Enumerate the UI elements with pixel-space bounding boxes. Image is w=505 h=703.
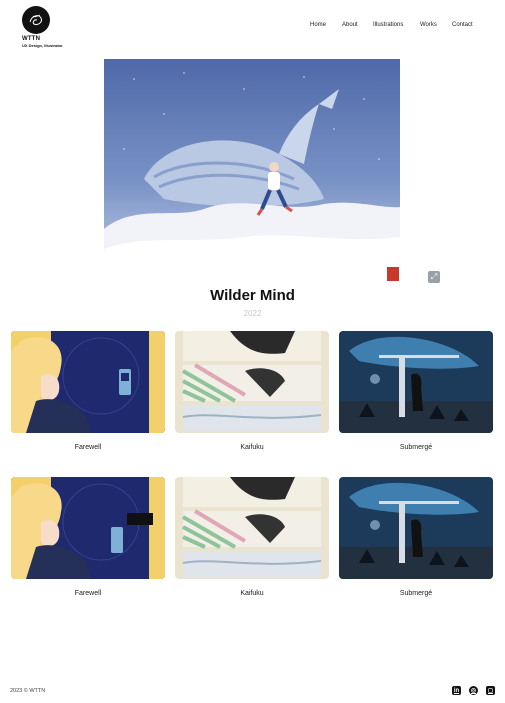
gallery-caption: Submergé (399, 444, 433, 451)
gallery-caption: Farewell (74, 444, 102, 451)
expand-icon[interactable]: ⤢ (428, 271, 440, 283)
gallery-card-farewell[interactable] (11, 477, 165, 579)
brand-name: WTTN (22, 36, 41, 42)
gallery-card-submerge[interactable] (339, 331, 493, 433)
gallery-card-kaifuku[interactable] (175, 331, 329, 433)
logo-icon (22, 6, 50, 34)
dribbble-icon[interactable]: ◎ (469, 686, 478, 695)
gallery-caption: Kaifuku (240, 444, 264, 451)
gallery-caption: Submergé (399, 590, 433, 597)
nav-illustrations[interactable]: Illustrations (373, 22, 403, 28)
artwork-title: Wilder Mind (210, 287, 295, 304)
nav-contact[interactable]: Contact (452, 22, 473, 28)
instagram-icon[interactable]: ◻ (486, 686, 495, 695)
linkedin-icon[interactable]: in (452, 686, 461, 695)
nav-about[interactable]: About (342, 22, 358, 28)
footer-copyright: 2023 © WTTN (10, 688, 46, 694)
brand-tagline: UX Design, Illustrator (22, 43, 63, 48)
artwork-year: 2022 (243, 309, 262, 318)
nav-home[interactable]: Home (310, 22, 326, 28)
gallery-caption: Kaifuku (240, 590, 264, 597)
gallery-card-farewell[interactable] (11, 331, 165, 433)
gallery-card-submerge[interactable] (339, 477, 493, 579)
gallery-card-kaifuku[interactable] (175, 477, 329, 579)
nav-works[interactable]: Works (420, 22, 437, 28)
hero-illustration[interactable] (104, 59, 400, 285)
logo[interactable] (22, 6, 50, 39)
gallery-caption: Farewell (74, 590, 102, 597)
